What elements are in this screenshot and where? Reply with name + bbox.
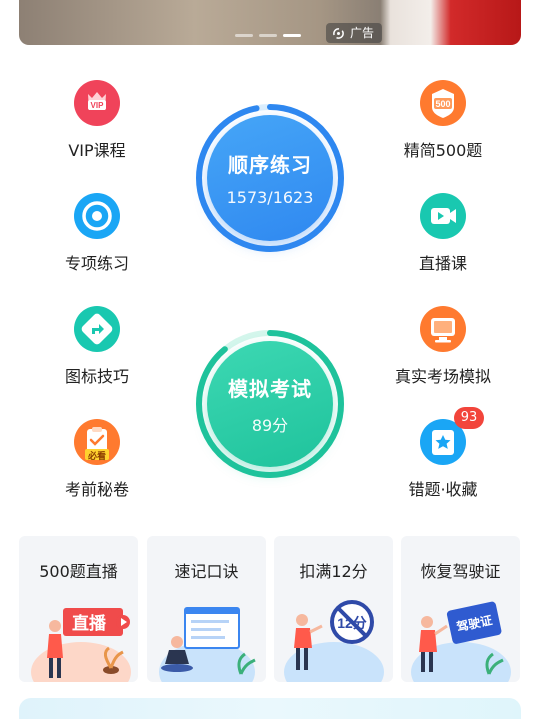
- card-restore-license[interactable]: 恢复驾驶证 驾驶证: [401, 536, 520, 682]
- target-icon: [74, 193, 120, 239]
- mistakes-favorites-label: 错题·收藏: [408, 480, 478, 499]
- secret-paper-label: 考前秘卷: [64, 480, 129, 499]
- ad-refresh-icon: [333, 27, 344, 39]
- card-title: 恢复驾驶证: [420, 562, 501, 581]
- mock-title: 模拟考试: [228, 376, 312, 401]
- mistakes-count-badge: 93: [454, 407, 484, 429]
- practice-core: 顺序练习 1573/1623: [207, 115, 333, 241]
- road-sign-icon: [74, 306, 120, 352]
- card-title: 扣满12分: [299, 562, 368, 581]
- bottom-promo-strip[interactable]: [19, 698, 521, 719]
- carousel-indicator: [235, 34, 301, 37]
- sign-tips-label: 图标技巧: [64, 367, 129, 386]
- card-12-points[interactable]: 扣满12分 12分: [274, 536, 393, 682]
- points-art-text: 12分: [337, 615, 367, 631]
- must-see-tag: 必看: [87, 452, 106, 462]
- ad-banner[interactable]: 广告: [19, 0, 521, 45]
- vip-crown-icon: VIP: [74, 80, 120, 126]
- secret-paper-entry[interactable]: 必看 考前秘卷: [37, 419, 157, 500]
- video-play-icon: [420, 193, 466, 239]
- mock-score-text: 89分: [251, 415, 289, 435]
- mock-core: 模拟考试 89分: [207, 341, 333, 467]
- mock-exam-button[interactable]: 模拟考试 89分: [195, 329, 345, 479]
- 500-badge-icon: 500: [420, 80, 466, 126]
- sequential-practice-button[interactable]: 顺序练习 1573/1623: [195, 103, 345, 253]
- monitor-icon: [420, 306, 466, 352]
- carousel-dot: [235, 34, 253, 37]
- svg-text:VIP: VIP: [91, 101, 105, 110]
- star-folder-icon: 93: [420, 407, 484, 465]
- practice-title: 顺序练习: [228, 153, 312, 177]
- live-art-text: 直播: [72, 613, 107, 633]
- live-course-entry[interactable]: 直播课: [383, 193, 503, 274]
- vip-course-label: VIP课程: [68, 141, 126, 160]
- card-mnemonics[interactable]: 速记口诀: [147, 536, 266, 682]
- card-500-live[interactable]: 500题直播 直播: [19, 536, 138, 682]
- special-practice-label: 专项练习: [64, 254, 129, 273]
- sign-tips-entry[interactable]: 图标技巧: [37, 306, 157, 387]
- vip-course-entry[interactable]: VIP VIP课程: [37, 80, 157, 161]
- carousel-dot: [259, 34, 277, 37]
- live-course-label: 直播课: [418, 254, 467, 273]
- card-title: 500题直播: [39, 562, 118, 581]
- practice-progress-text: 1573/1623: [226, 188, 314, 207]
- live-broadcast-illustration: 直播: [31, 608, 131, 682]
- real-exam-entry[interactable]: 真实考场模拟: [383, 306, 503, 387]
- card-title: 速记口诀: [174, 562, 239, 581]
- concise-500-entry[interactable]: 500 精简500题: [383, 80, 503, 161]
- real-exam-label: 真实考场模拟: [394, 367, 491, 386]
- license-illustration: 驾驶证: [411, 601, 511, 682]
- clipboard-icon: 必看: [74, 419, 120, 465]
- special-practice-entry[interactable]: 专项练习: [37, 193, 157, 274]
- concise-500-label: 精简500题: [403, 141, 483, 160]
- mnemonics-illustration: [159, 607, 256, 682]
- ad-label: 广告: [350, 26, 375, 40]
- penalty-points-illustration: 12分: [284, 600, 384, 682]
- ad-tag: 广告: [326, 23, 383, 43]
- svg-text:500: 500: [435, 99, 450, 109]
- carousel-dot-active: [283, 34, 301, 37]
- mistakes-favorites-entry[interactable]: 93 错题·收藏: [383, 407, 503, 500]
